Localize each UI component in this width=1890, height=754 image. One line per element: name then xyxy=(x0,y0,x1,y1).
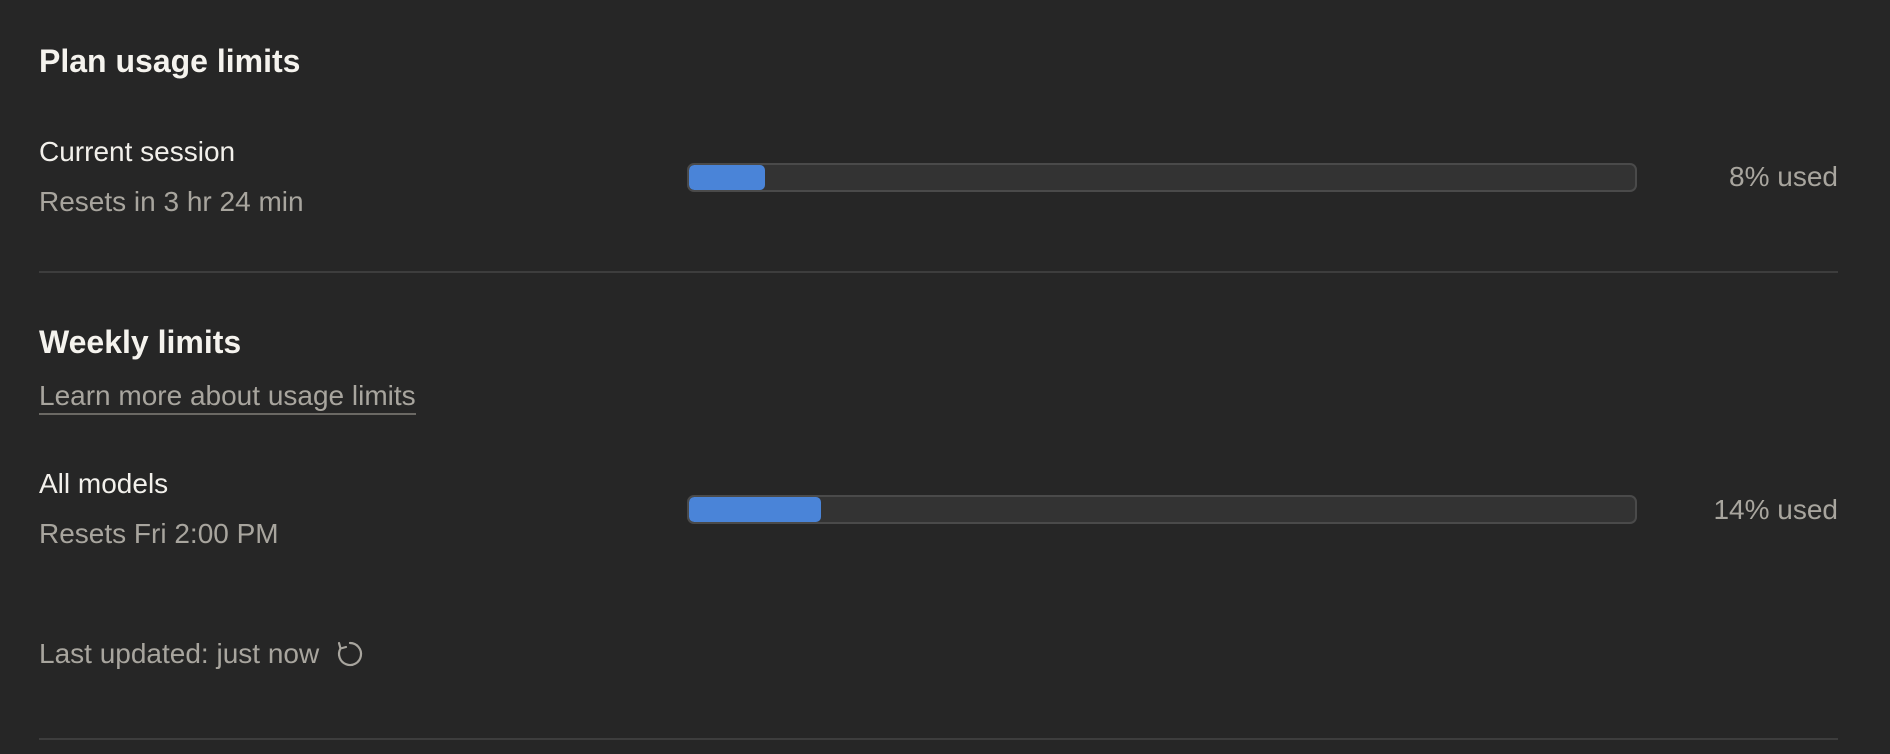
all-models-percent: 14% used xyxy=(1713,494,1838,525)
all-models-label: All models xyxy=(39,468,169,499)
current-session-reset: Resets in 3 hr 24 min xyxy=(39,186,304,217)
bottom-divider xyxy=(39,738,1838,740)
current-session-progress-fill xyxy=(689,165,765,190)
learn-more-link[interactable]: Learn more about usage limits xyxy=(39,380,416,415)
current-session-progress-bar xyxy=(687,163,1637,192)
current-session-label: Current session xyxy=(39,136,236,167)
weekly-limits-title: Weekly limits xyxy=(39,324,242,360)
plan-usage-title: Plan usage limits xyxy=(39,43,301,79)
all-models-progress-fill xyxy=(689,497,822,522)
last-updated-text: Last updated: just now xyxy=(39,638,320,669)
refresh-icon[interactable] xyxy=(335,639,365,669)
section-divider xyxy=(39,271,1838,273)
last-updated-row: Last updated: just now xyxy=(39,638,365,670)
current-session-percent: 8% used xyxy=(1729,161,1838,192)
all-models-progress-bar xyxy=(687,495,1637,524)
all-models-reset: Resets Fri 2:00 PM xyxy=(39,518,279,549)
